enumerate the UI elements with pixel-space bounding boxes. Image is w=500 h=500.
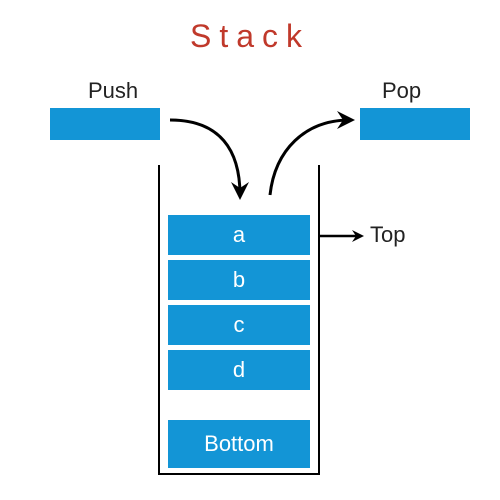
pop-arrow-icon [250, 100, 370, 220]
push-label: Push [88, 78, 138, 104]
top-pointer-arrow-icon [318, 226, 368, 246]
pop-label: Pop [382, 78, 421, 104]
push-block [50, 108, 160, 140]
stack-cell-bottom: Bottom [168, 420, 310, 468]
container-wall-right [318, 165, 320, 475]
stack-cell: d [168, 350, 310, 390]
container-wall-bottom [158, 473, 320, 475]
stack-cell: a [168, 215, 310, 255]
top-pointer-label: Top [370, 222, 405, 248]
pop-block [360, 108, 470, 140]
container-wall-left [158, 165, 160, 475]
diagram-title: Stack [0, 18, 500, 55]
stack-cell: c [168, 305, 310, 345]
stack-cell: b [168, 260, 310, 300]
